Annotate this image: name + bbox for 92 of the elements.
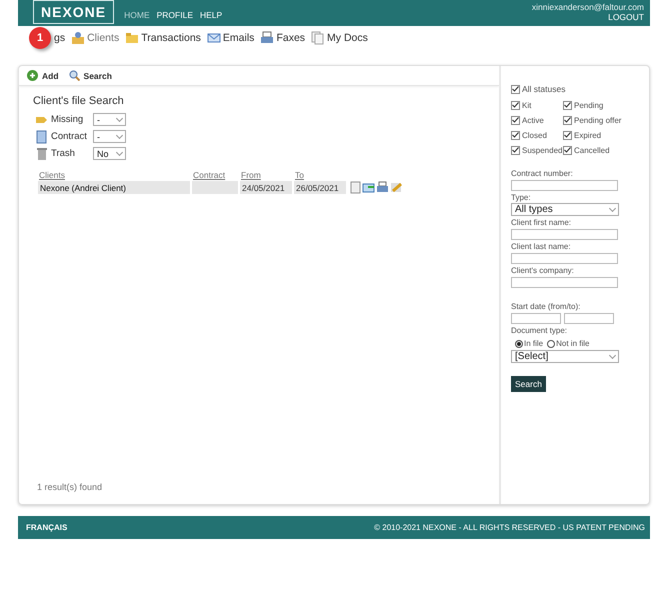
envelope-icon (362, 181, 375, 194)
radio-button[interactable] (515, 340, 523, 348)
documents-icon (311, 31, 326, 45)
checkbox[interactable] (511, 116, 520, 124)
table-cell: 24/05/2021 (240, 181, 292, 194)
field-label: Client's company: (511, 266, 575, 276)
input-field[interactable] (511, 253, 618, 264)
column-header[interactable]: To (294, 170, 346, 180)
filter-label: Contract (51, 130, 88, 143)
checkbox-label: All statuses (522, 84, 566, 94)
printer-icon (260, 31, 274, 45)
checkbox-label: Cancelled (574, 146, 610, 154)
check-icon (512, 102, 519, 108)
filter-select[interactable]: - (93, 130, 126, 143)
checkbox[interactable] (563, 116, 572, 124)
search-button[interactable]: Search (511, 376, 546, 392)
date-field[interactable] (511, 313, 561, 324)
menu-link[interactable]: HELP (200, 10, 222, 20)
filter-label: Missing (51, 113, 84, 126)
nav-link[interactable]: Emails (206, 31, 254, 45)
checkbox-label: Active (522, 116, 544, 124)
check-icon (512, 117, 519, 123)
check-icon (564, 102, 571, 108)
person-folder-icon (71, 31, 86, 45)
search-icon (68, 70, 80, 81)
language-link[interactable]: FRANÇAIS (26, 523, 68, 532)
nav-link[interactable]: Transactions (125, 31, 201, 45)
checkbox[interactable] (563, 146, 572, 154)
checkbox[interactable] (511, 100, 520, 110)
input-field[interactable] (511, 229, 618, 240)
table-cell: Nexone (Andrei Client) (38, 181, 190, 194)
input-field[interactable] (511, 277, 618, 288)
checkbox[interactable] (511, 146, 520, 154)
document-icon (350, 181, 361, 194)
checkbox[interactable] (563, 100, 572, 110)
input-field[interactable] (511, 180, 618, 191)
nav-link[interactable]: Clients (71, 31, 120, 45)
menu-link[interactable]: HOME (124, 10, 150, 20)
printer-icon (376, 181, 389, 194)
check-icon (512, 132, 519, 138)
nav-link[interactable]: Faxes (260, 31, 306, 45)
column-header[interactable]: Clients (38, 170, 190, 180)
check-icon (564, 147, 571, 153)
check-icon (564, 117, 571, 123)
column-header[interactable]: Contract (192, 170, 238, 180)
logo: NEXONE (33, 0, 114, 24)
toolbar-button[interactable]: Search (68, 70, 112, 81)
checkbox[interactable] (511, 84, 520, 94)
callout-badge: 1 (29, 27, 51, 49)
checkbox-label: Suspended (522, 146, 562, 154)
select-field[interactable]: All types (511, 203, 619, 216)
checkbox-label: Closed (522, 130, 547, 140)
checkbox-label: Expired (574, 130, 602, 140)
radio-label: Not in file (556, 339, 590, 348)
filter-select[interactable]: No (93, 147, 126, 160)
field-label: Contract number: (511, 169, 574, 179)
page-title: Client's file Search (33, 95, 125, 107)
results-count: 1 result(s) found (37, 482, 104, 492)
envelope-icon (206, 31, 221, 45)
trash-icon (35, 146, 48, 160)
field-label: Start date (from/to): (511, 302, 582, 312)
checkbox-label: Pending (574, 100, 604, 110)
check-icon (512, 147, 519, 153)
field-label: Client last name: (511, 242, 572, 252)
date-field[interactable] (564, 313, 614, 324)
plus-icon (27, 70, 38, 81)
checkbox[interactable] (511, 130, 520, 140)
checkbox-label: Kit (522, 100, 532, 110)
checkbox-label: Pending offer (574, 116, 622, 124)
select-field[interactable]: [Select] (511, 350, 619, 363)
radio-label: In file (524, 339, 544, 348)
field-label: Document type: (511, 326, 568, 336)
check-icon (512, 86, 519, 92)
filter-label: Trash (51, 147, 76, 160)
logout-link[interactable]: LOGOUT (532, 12, 644, 22)
pencil-icon (390, 181, 403, 194)
toolbar-button[interactable]: Add (27, 70, 59, 81)
field-label: Client first name: (511, 218, 572, 228)
nav-link[interactable]: gs (54, 32, 66, 44)
copyright-text: © 2010-2021 NEXONE - ALL RIGHTS RESERVED - US PATENT PENDING (374, 523, 645, 532)
nav-link[interactable]: My Docs (311, 31, 368, 45)
menu-link[interactable]: PROFILE (156, 10, 193, 20)
table-cell: 26/05/2021 (294, 181, 346, 194)
column-header[interactable]: From (240, 170, 292, 180)
filter-select[interactable]: - (93, 113, 126, 126)
field-label: Type: (511, 193, 532, 203)
radio-button[interactable] (547, 340, 556, 348)
table-cell (192, 181, 238, 194)
folder-icon (125, 31, 140, 45)
checkbox[interactable] (563, 130, 572, 140)
check-icon (564, 132, 571, 138)
user-email: xinniexanderson@faltour.com (532, 2, 644, 12)
